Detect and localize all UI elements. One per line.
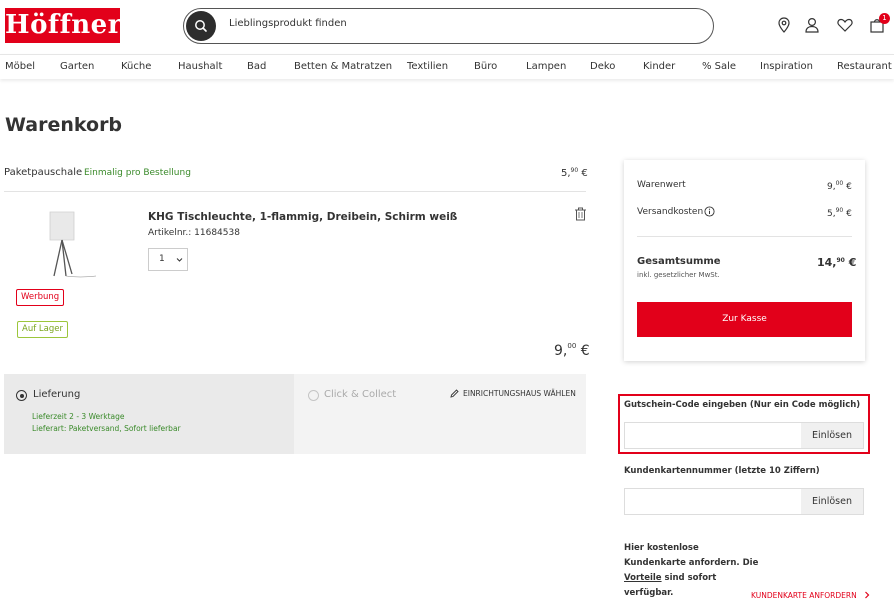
search-button[interactable] bbox=[186, 11, 216, 41]
shipping-flat-note: Einmalig pro Bestellung bbox=[84, 168, 191, 178]
search-input[interactable]: Lieblingsprodukt finden bbox=[229, 18, 347, 29]
nav-item-garten[interactable]: Garten bbox=[60, 61, 94, 72]
location-pin-icon[interactable] bbox=[775, 16, 793, 34]
heart-icon[interactable] bbox=[836, 16, 854, 34]
choose-store-link[interactable]: EINRICHTUNGSHAUS WÄHLEN bbox=[463, 389, 576, 398]
shipping-flat-label: Paketpauschale bbox=[4, 167, 83, 178]
search-icon bbox=[195, 20, 207, 32]
promo-line: Hier kostenlose bbox=[624, 543, 699, 553]
quantity-select[interactable]: 1 bbox=[148, 248, 188, 271]
promo-line: Kundenkarte anfordern. Die bbox=[624, 558, 759, 568]
checkout-button[interactable]: Zur Kasse bbox=[637, 302, 852, 337]
price-cents: 00 bbox=[835, 180, 844, 187]
user-icon[interactable] bbox=[803, 16, 821, 34]
price-cents: 90 bbox=[836, 257, 845, 264]
search-bar[interactable]: Lieblingsprodukt finden bbox=[183, 8, 714, 44]
nav-item-buero[interactable]: Büro bbox=[474, 61, 497, 72]
hoeffner-logo[interactable]: Höffner bbox=[5, 8, 121, 43]
total-label: Gesamtsumme bbox=[637, 256, 721, 267]
click-collect-label: Click & Collect bbox=[324, 389, 397, 400]
delivery-option-label: Lieferung bbox=[33, 389, 81, 400]
divider bbox=[4, 191, 586, 192]
delivery-option-lieferung[interactable]: Lieferung Lieferzeit 2 - 3 Werktage Lief… bbox=[4, 374, 294, 454]
price-main: 9, bbox=[554, 343, 568, 359]
currency: € bbox=[581, 168, 588, 179]
price-cents: 90 bbox=[570, 167, 579, 174]
chevron-right-icon bbox=[865, 591, 870, 599]
customer-card-input[interactable] bbox=[625, 489, 802, 514]
delivery-option-click-collect[interactable]: Click & Collect EINRICHTUNGSHAUS WÄHLEN bbox=[296, 374, 586, 454]
advertising-tag: Werbung bbox=[16, 289, 65, 306]
coupon-label: Gutschein-Code eingeben (Nur ein Code mö… bbox=[624, 400, 861, 410]
shipping-flat-price: 5,90 € bbox=[561, 167, 588, 179]
delivery-options: Lieferung Lieferzeit 2 - 3 Werktage Lief… bbox=[4, 374, 586, 454]
price-cents: 90 bbox=[835, 207, 844, 214]
price-main: 5, bbox=[827, 209, 836, 219]
quantity-value: 1 bbox=[159, 254, 165, 264]
nav-item-restaurant[interactable]: Restaurant bbox=[837, 61, 892, 72]
price-main: 5, bbox=[561, 168, 571, 179]
promo-line: verfügbar. bbox=[624, 588, 674, 598]
product-article-number: Artikelnr.: 11684538 bbox=[148, 228, 240, 238]
total-vat-note: inkl. gesetzlicher MwSt. bbox=[637, 271, 720, 279]
nav-item-sale[interactable]: % Sale bbox=[702, 61, 736, 72]
request-link-label: KUNDENKARTE ANFORDERN bbox=[751, 591, 857, 600]
cart-count-badge: 1 bbox=[879, 13, 890, 24]
nav-item-deko[interactable]: Deko bbox=[590, 61, 615, 72]
pencil-icon bbox=[450, 389, 459, 398]
customer-card-redeem-button[interactable]: Einlösen bbox=[801, 489, 863, 514]
shipping-cost-value: 5,90 € bbox=[827, 207, 852, 219]
nav-item-textilien[interactable]: Textilien bbox=[407, 61, 448, 72]
in-stock-tag: Auf Lager bbox=[17, 321, 68, 338]
currency: € bbox=[846, 182, 852, 192]
delivery-type: Lieferart: Paketversand, Sofort lieferba… bbox=[32, 424, 181, 433]
coupon-redeem-button[interactable]: Einlösen bbox=[801, 423, 863, 448]
coupon-input[interactable] bbox=[625, 423, 802, 448]
divider bbox=[637, 236, 852, 237]
promo-line: Vorteile sind sofort bbox=[624, 571, 764, 586]
price-main: 9, bbox=[827, 182, 836, 192]
goods-value: 9,00 € bbox=[827, 180, 852, 192]
product-name[interactable]: KHG Tischleuchte, 1-flammig, Dreibein, S… bbox=[148, 211, 457, 223]
nav-item-kueche[interactable]: Küche bbox=[121, 61, 151, 72]
nav-item-lampen[interactable]: Lampen bbox=[526, 61, 566, 72]
nav-item-betten[interactable]: Betten & Matratzen bbox=[294, 61, 392, 72]
radio-click-collect[interactable] bbox=[308, 390, 319, 401]
request-customer-card-link[interactable]: KUNDENKARTE ANFORDERN bbox=[751, 591, 871, 600]
radio-delivery[interactable] bbox=[16, 390, 27, 401]
nav-item-bad[interactable]: Bad bbox=[247, 61, 266, 72]
customer-card-input-group: Einlösen bbox=[624, 488, 864, 515]
page-title: Warenkorb bbox=[5, 114, 123, 136]
nav-item-kinder[interactable]: Kinder bbox=[643, 61, 675, 72]
shipping-cost-label: Versandkosten bbox=[637, 207, 704, 217]
delivery-time: Lieferzeit 2 - 3 Werktage bbox=[32, 412, 125, 421]
customer-card-promo: Hier kostenlose Kundenkarte anfordern. D… bbox=[624, 541, 764, 601]
price-main: 14, bbox=[817, 256, 837, 269]
total-value: 14,90 € bbox=[817, 256, 856, 269]
currency: € bbox=[848, 256, 857, 269]
nav-item-inspiration[interactable]: Inspiration bbox=[760, 61, 813, 72]
currency: € bbox=[846, 209, 852, 219]
chevron-down-icon bbox=[176, 258, 183, 262]
promo-text: sind sofort bbox=[661, 573, 717, 583]
goods-value-label: Warenwert bbox=[637, 180, 686, 190]
info-icon[interactable] bbox=[704, 206, 715, 217]
nav-item-haushalt[interactable]: Haushalt bbox=[178, 61, 222, 72]
customer-card-label: Kundenkartennummer (letzte 10 Ziffern) bbox=[624, 466, 820, 476]
benefits-link[interactable]: Vorteile bbox=[624, 573, 662, 583]
nav-item-moebel[interactable]: Möbel bbox=[5, 61, 35, 72]
product-image-table-lamp[interactable] bbox=[44, 208, 100, 280]
order-summary: Warenwert 9,00 € Versandkosten 5,90 € Ge… bbox=[624, 160, 865, 361]
coupon-input-group: Einlösen bbox=[624, 422, 864, 449]
price-cents: 00 bbox=[567, 342, 577, 350]
main-navigation: Möbel Garten Küche Haushalt Bad Betten &… bbox=[0, 54, 894, 79]
product-price: 9,00 € bbox=[554, 342, 590, 359]
trash-icon[interactable] bbox=[574, 207, 587, 221]
currency: € bbox=[580, 343, 590, 359]
